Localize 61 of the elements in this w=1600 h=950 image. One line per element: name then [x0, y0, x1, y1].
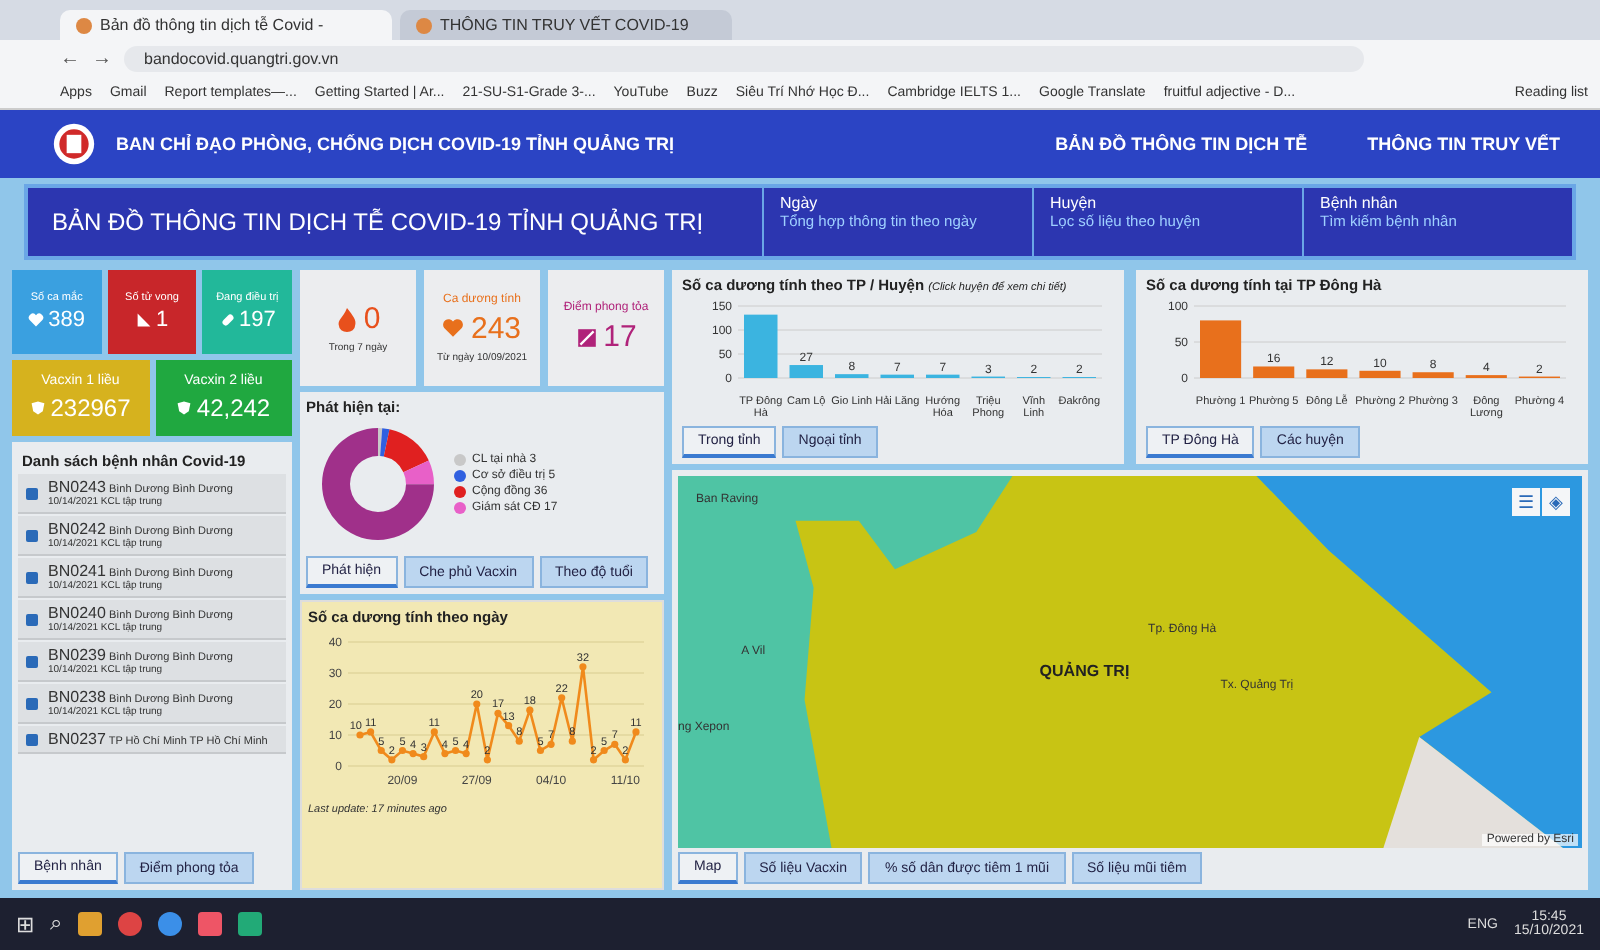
- bar[interactable]: [1359, 370, 1401, 378]
- data-point: [611, 740, 619, 748]
- site-icon: [76, 17, 92, 33]
- patient-icon: [26, 733, 38, 745]
- data-point: [356, 731, 364, 739]
- browser-tab[interactable]: THÔNG TIN TRUY VẾT COVID-19: [400, 10, 732, 40]
- patient-icon: [26, 697, 38, 709]
- data-point: [526, 706, 534, 714]
- data-point: [558, 694, 566, 702]
- bar[interactable]: [789, 365, 823, 378]
- legend-list-icon[interactable]: ☰: [1512, 487, 1540, 516]
- spreadsheet-icon[interactable]: [238, 912, 262, 936]
- address-field[interactable]: bandocovid.quangtri.gov.vn: [124, 45, 1364, 71]
- heart-icon: [442, 316, 465, 340]
- triangle-icon: [135, 312, 152, 328]
- patient-icon: [26, 613, 38, 625]
- data-point: [621, 756, 629, 764]
- organization-title: BAN CHỈ ĐẠO PHÒNG, CHỐNG DỊCH COVID-19 TỈNH QUẢNG TRỊ: [116, 134, 675, 154]
- heart-icon: [28, 312, 45, 328]
- shield-icon: [30, 400, 47, 416]
- bar[interactable]: [1200, 320, 1242, 378]
- bar[interactable]: [1306, 369, 1348, 378]
- site-icon: [416, 17, 432, 33]
- nav-link[interactable]: THÔNG TIN TRUY VẾT: [1367, 134, 1560, 154]
- data-point: [632, 728, 640, 736]
- browser-icon[interactable]: [118, 912, 142, 936]
- pill-icon: [219, 312, 235, 328]
- browser-tab[interactable]: Bản đồ thông tin dịch tễ Covid -: [60, 10, 392, 40]
- data-point: [367, 728, 375, 736]
- nav-link[interactable]: BẢN ĐỒ THÔNG TIN DỊCH TỄ: [1055, 134, 1308, 154]
- patient-icon: [26, 571, 38, 583]
- patient-icon: [26, 529, 38, 541]
- data-point: [494, 709, 502, 717]
- data-point: [568, 737, 576, 745]
- back-icon[interactable]: ←: [60, 47, 80, 69]
- shield-icon: [176, 400, 193, 416]
- map-label: QUẢNG TRỊ: [1039, 661, 1130, 680]
- dashboard-title: BẢN ĐỒ THÔNG TIN DỊCH TỄ COVID-19 TỈNH QUẢNG TRỊ: [50, 206, 706, 240]
- search-icon[interactable]: ⌕: [50, 912, 62, 936]
- data-point: [579, 663, 587, 671]
- data-point: [515, 737, 523, 745]
- bar[interactable]: [1253, 366, 1295, 378]
- chat-icon[interactable]: [158, 912, 182, 936]
- app-icon[interactable]: [198, 912, 222, 936]
- folder-icon[interactable]: [78, 912, 102, 936]
- data-point: [505, 722, 513, 730]
- layers-icon[interactable]: ◈: [1542, 487, 1570, 516]
- data-point: [377, 746, 385, 755]
- data-point: [473, 700, 481, 708]
- forward-icon[interactable]: →: [92, 47, 112, 69]
- bar[interactable]: [744, 314, 778, 378]
- barrier-icon: [575, 325, 598, 349]
- data-point: [420, 753, 428, 761]
- bar[interactable]: [1412, 372, 1454, 378]
- emblem-icon: [52, 122, 96, 166]
- data-point: [430, 728, 438, 736]
- patient-icon: [26, 655, 38, 667]
- flame-icon: [335, 307, 358, 331]
- start-icon[interactable]: ⊞: [16, 911, 34, 937]
- patient-icon: [26, 487, 38, 499]
- data-point: [483, 756, 491, 764]
